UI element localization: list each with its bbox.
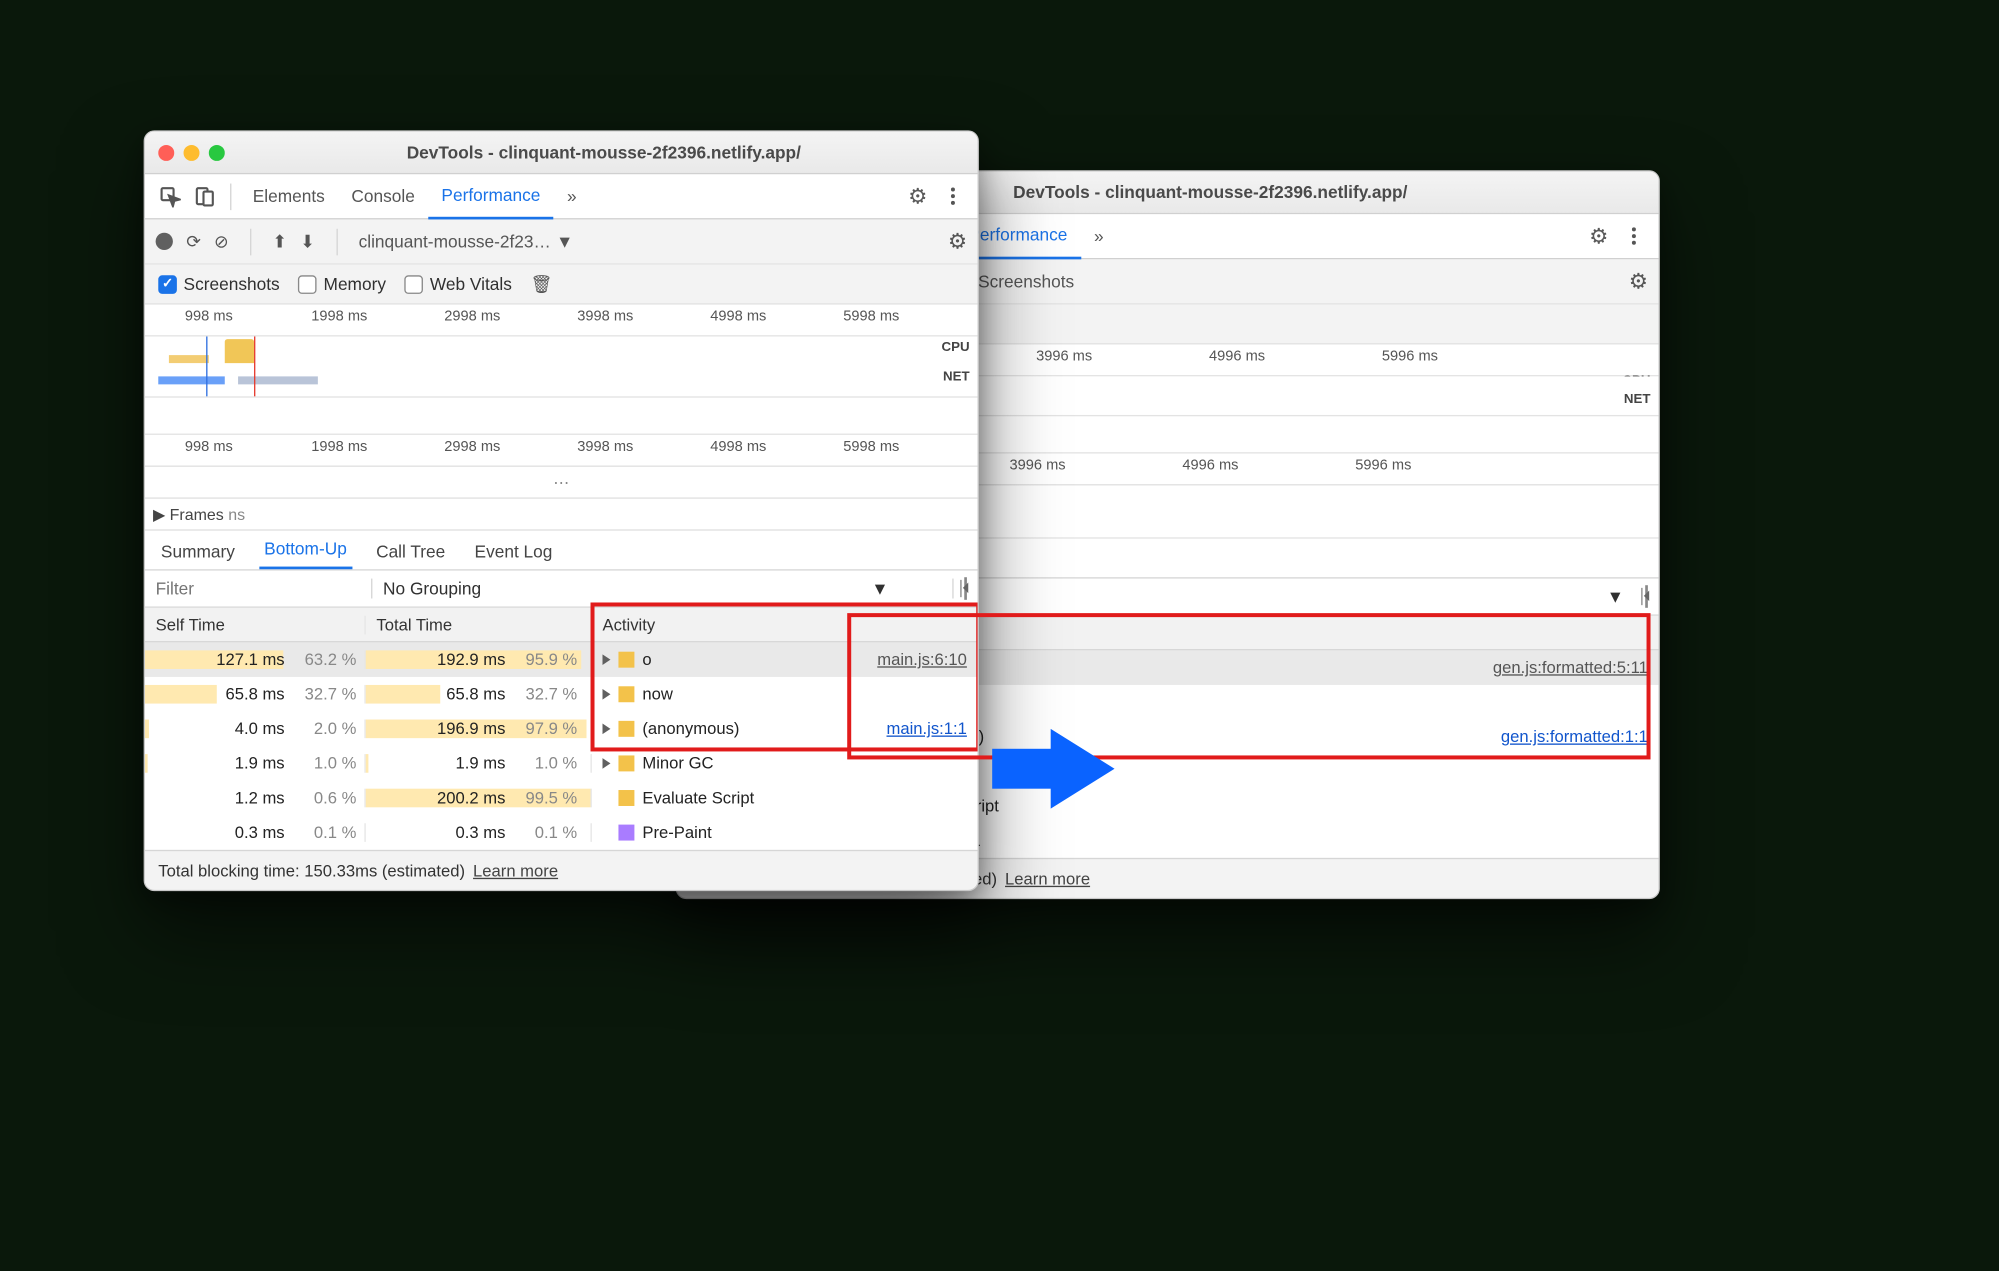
trash-icon[interactable]: 🗑: [531, 273, 553, 294]
table-row[interactable]: 4.0 ms2.0 %196.9 ms97.9 %(anonymous)main…: [145, 712, 978, 747]
activity-name: Minor GC: [642, 754, 713, 773]
learn-more-link[interactable]: Learn more: [473, 861, 558, 880]
activity-name: Pre-Paint: [642, 823, 711, 842]
filter-input[interactable]: [145, 571, 371, 606]
side-pane-toggle[interactable]: [1635, 587, 1659, 607]
gear-icon[interactable]: ⚙: [1581, 219, 1616, 254]
subtab-eventlog[interactable]: Event Log: [469, 541, 558, 569]
devtools-window-before: DevTools - clinquant-mousse-2f2396.netli…: [144, 130, 979, 891]
kebab-menu[interactable]: [1616, 219, 1651, 254]
marker-line: [206, 336, 207, 396]
source-link[interactable]: main.js:1:1: [887, 720, 967, 739]
cpu-activity: [225, 339, 254, 363]
table-row[interactable]: 1.2 ms0.6 %200.2 ms99.5 %Evaluate Script: [145, 781, 978, 816]
minimize-icon[interactable]: [184, 144, 200, 160]
record-button[interactable]: [156, 233, 173, 250]
category-swatch: [618, 686, 634, 702]
download-icon[interactable]: ⬇: [300, 231, 315, 252]
table-row[interactable]: 1.9 ms1.0 %1.9 ms1.0 %Minor GC: [145, 746, 978, 781]
upload-icon[interactable]: ⬆: [272, 231, 287, 252]
source-link[interactable]: gen.js:formatted:1:1: [1501, 728, 1648, 747]
category-swatch: [618, 721, 634, 737]
side-pane-toggle[interactable]: [952, 579, 977, 599]
learn-more-link[interactable]: Learn more: [1005, 869, 1090, 888]
traffic-lights[interactable]: [158, 144, 225, 160]
overview-cpu-label: CPU: [941, 340, 969, 355]
subtabs: Summary Bottom-Up Call Tree Event Log: [145, 531, 978, 571]
overview-net-label: NET: [1624, 392, 1651, 407]
clear-icon[interactable]: ⊘: [214, 231, 229, 252]
table-row[interactable]: 127.1 ms63.2 %192.9 ms95.9 %omain.js:6:1…: [145, 642, 978, 677]
overview-ruler[interactable]: 998 ms 1998 ms 2998 ms 3998 ms 4998 ms 5…: [145, 305, 978, 337]
main-tabs: Elements Console Performance » ⚙: [145, 174, 978, 219]
category-swatch: [618, 652, 634, 668]
cpu-activity: [169, 355, 209, 363]
net-activity: [238, 376, 318, 384]
settings-icon[interactable]: ⚙: [1629, 268, 1648, 295]
tab-console[interactable]: Console: [338, 174, 428, 219]
overview-net-label: NET: [943, 370, 970, 385]
activity-name: (anonymous): [642, 720, 739, 739]
close-icon[interactable]: [158, 144, 174, 160]
annotation-arrow: [1051, 729, 1115, 809]
table-row[interactable]: 65.8 ms32.7 %65.8 ms32.7 %now: [145, 677, 978, 712]
filter-row: No Grouping▼: [145, 571, 978, 608]
tabs-overflow[interactable]: »: [1081, 213, 1117, 258]
category-swatch: [618, 755, 634, 771]
overview-chart[interactable]: CPU NET: [145, 336, 978, 397]
inspect-icon[interactable]: [153, 179, 188, 214]
subtab-summary[interactable]: Summary: [156, 541, 241, 569]
gear-icon[interactable]: ⚙: [900, 179, 935, 214]
checkbox-webvitals[interactable]: [405, 275, 424, 294]
activity-name: Evaluate Script: [642, 789, 754, 808]
zoom-icon[interactable]: [209, 144, 225, 160]
detail-ruler[interactable]: 998 ms 1998 ms 2998 ms 3998 ms 4998 ms 5…: [145, 435, 978, 467]
tab-elements[interactable]: Elements: [239, 174, 338, 219]
activity-name: o: [642, 650, 651, 669]
source-link[interactable]: main.js:6:10: [877, 650, 967, 669]
device-icon[interactable]: [188, 179, 223, 214]
checkbox-screenshots[interactable]: ✓: [158, 275, 177, 294]
titlebar[interactable]: DevTools - clinquant-mousse-2f2396.netli…: [145, 132, 978, 175]
overview-blank: [145, 398, 978, 435]
activity-name: now: [642, 685, 673, 704]
expand-icon[interactable]: [602, 654, 610, 665]
checkbox-memory[interactable]: [298, 275, 317, 294]
net-activity: [158, 376, 225, 384]
frames-row[interactable]: ▶ Frames ns: [145, 499, 978, 531]
grouping-dropdown[interactable]: No Grouping▼: [371, 579, 952, 599]
recording-dropdown[interactable]: clinquant-mousse-2f23… ▼: [359, 231, 574, 251]
subtab-bottomup[interactable]: Bottom-Up: [259, 539, 352, 570]
ellipsis-row: ⋯: [145, 467, 978, 499]
expand-icon[interactable]: [602, 724, 610, 735]
perf-toolbar: ⟳ ⊘ ⬆ ⬇ clinquant-mousse-2f23… ▼ ⚙: [145, 219, 978, 264]
source-link[interactable]: gen.js:formatted:5:11: [1493, 658, 1648, 677]
expand-icon[interactable]: [602, 758, 610, 769]
subtab-calltree[interactable]: Call Tree: [371, 541, 451, 569]
kebab-menu[interactable]: [935, 179, 970, 214]
footer: Total blocking time: 150.33ms (estimated…: [145, 850, 978, 890]
settings-icon[interactable]: ⚙: [948, 228, 967, 255]
marker-line: [254, 336, 255, 396]
checkbox-label: Screenshots: [978, 271, 1074, 291]
table-header[interactable]: Self Time Total Time Activity: [145, 608, 978, 643]
perf-checkboxes: ✓Screenshots Memory Web Vitals 🗑: [145, 265, 978, 305]
reload-icon[interactable]: ⟳: [186, 231, 201, 252]
expand-icon[interactable]: [602, 689, 610, 700]
category-swatch: [618, 825, 634, 841]
category-swatch: [618, 790, 634, 806]
tabs-overflow[interactable]: »: [554, 174, 590, 219]
tab-performance[interactable]: Performance: [428, 174, 554, 219]
window-title: DevTools - clinquant-mousse-2f2396.netli…: [243, 142, 964, 162]
footer-text: Total blocking time: 150.33ms (estimated…: [158, 861, 465, 880]
table-row[interactable]: 0.3 ms0.1 %0.3 ms0.1 %Pre-Paint: [145, 815, 978, 850]
